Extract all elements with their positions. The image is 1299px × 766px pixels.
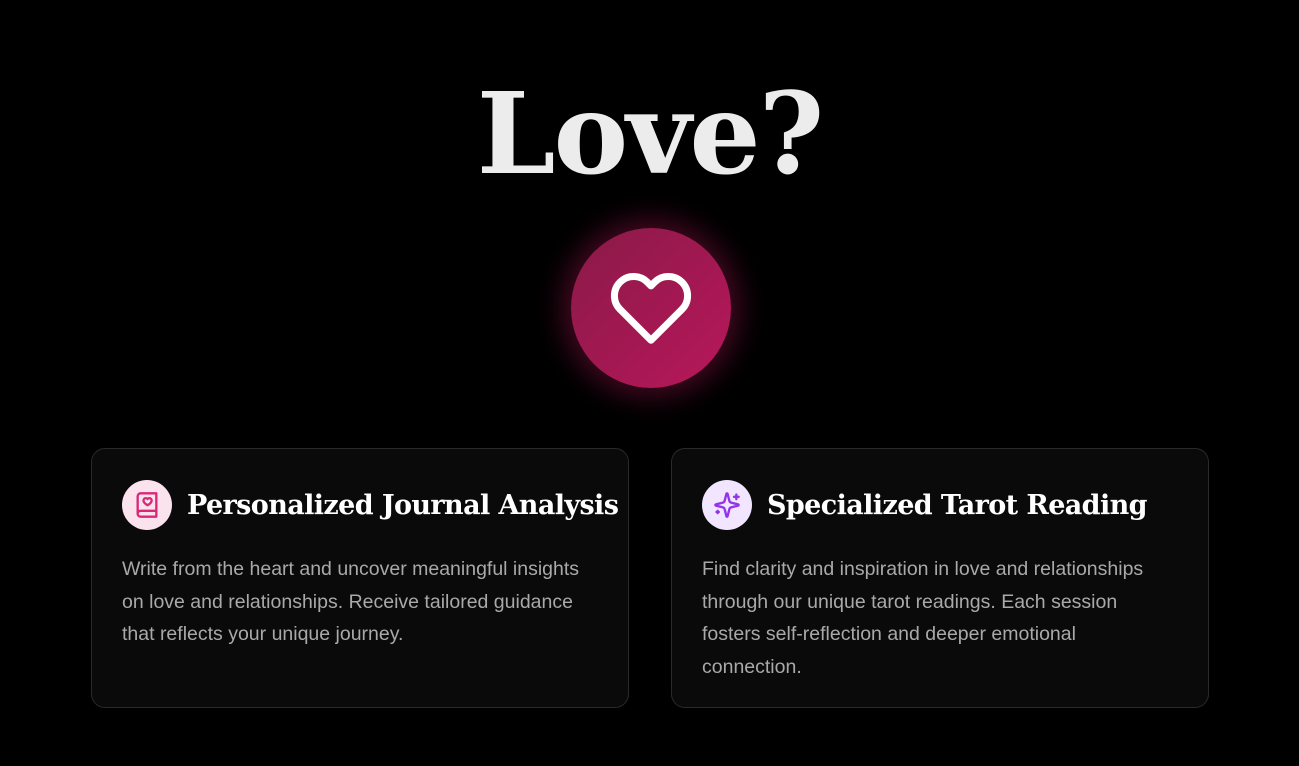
feature-card-tarot: Specialized Tarot Reading Find clarity a…: [671, 448, 1209, 708]
heart-badge: [571, 228, 731, 388]
journal-icon-badge: [122, 480, 172, 530]
sparkles-icon: [714, 492, 740, 518]
feature-card-journal: Personalized Journal Analysis Write from…: [91, 448, 629, 708]
feature-card-title: Personalized Journal Analysis: [187, 489, 619, 521]
journal-book-heart-icon: [136, 492, 158, 518]
page-title: Love?: [476, 69, 824, 200]
feature-card-header: Personalized Journal Analysis: [122, 479, 619, 531]
feature-card-description: Write from the heart and uncover meaning…: [122, 558, 580, 645]
feature-card-title: Specialized Tarot Reading: [767, 489, 1148, 521]
tarot-icon-badge: [702, 480, 752, 530]
heart-icon: [610, 273, 692, 344]
feature-card-header: Specialized Tarot Reading: [702, 479, 1178, 531]
feature-card-description: Find clarity and inspiration in love and…: [702, 558, 1144, 678]
